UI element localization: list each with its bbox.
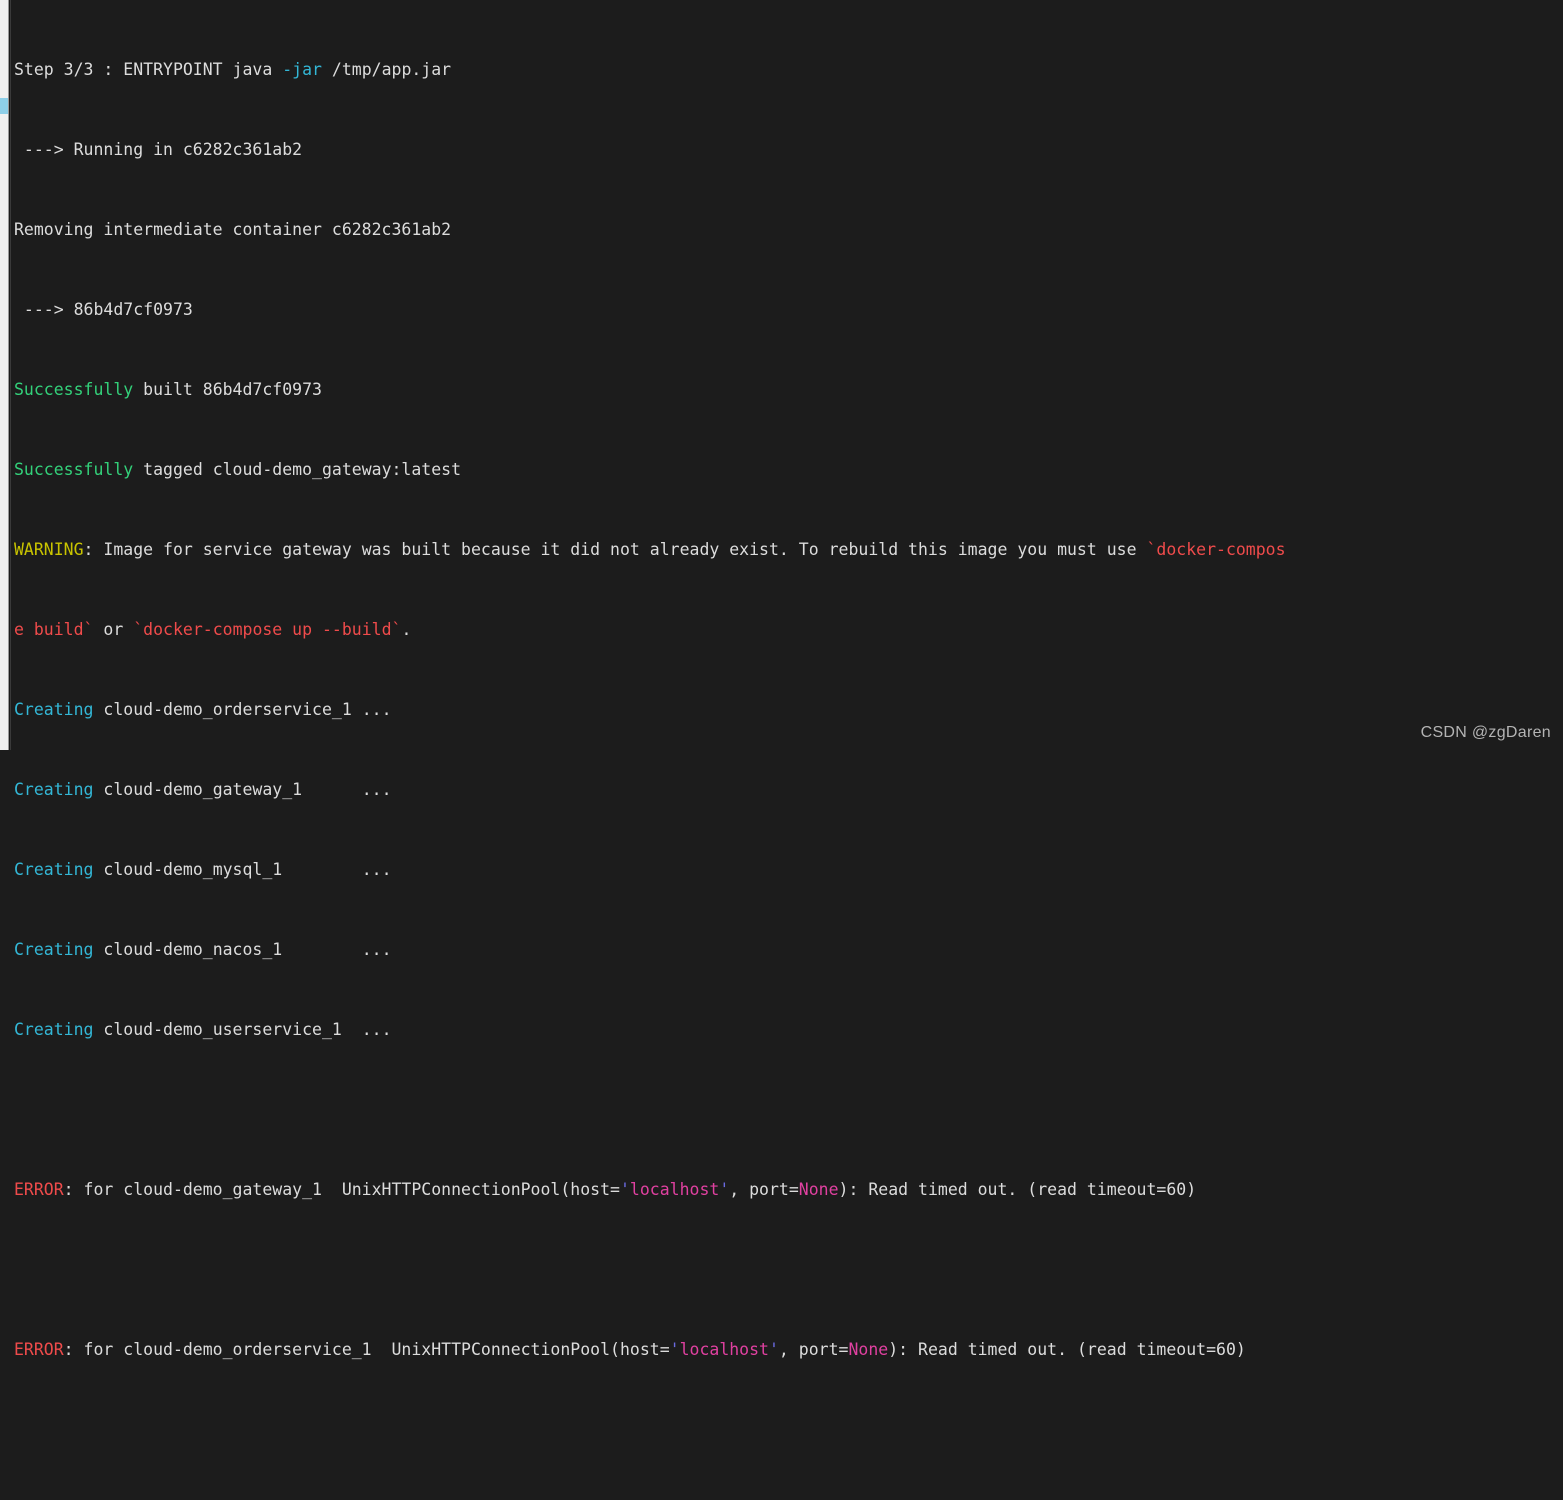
log-command-literal: `docker-compos <box>1146 540 1286 559</box>
log-line-step: Step 3/3 : ENTRYPOINT java -jar /tmp/app… <box>14 60 1563 80</box>
log-text: , port= <box>778 1340 849 1359</box>
status-creating: Creating <box>14 860 94 879</box>
log-line-error-orderservice-1: ERROR: for cloud-demo_orderservice_1 Uni… <box>14 1340 1563 1360</box>
log-line-tagged: Successfully tagged cloud-demo_gateway:l… <box>14 460 1563 480</box>
log-line-built: Successfully built 86b4d7cf0973 <box>14 380 1563 400</box>
status-warning: WARNING <box>14 540 84 559</box>
log-text: ---> Running in c6282c361ab2 <box>14 140 303 159</box>
status-creating: Creating <box>14 1020 94 1039</box>
port-value: None <box>798 1180 839 1199</box>
quote-close: ' <box>719 1180 730 1199</box>
status-successfully: Successfully <box>14 380 134 399</box>
log-text: : for cloud-demo_gateway_1 UnixHTTPConne… <box>63 1180 620 1199</box>
log-line-error-gateway-1: ERROR: for cloud-demo_gateway_1 UnixHTTP… <box>14 1180 1563 1200</box>
csdn-watermark: CSDN @zgDaren <box>1420 724 1551 741</box>
log-text: cloud-demo_orderservice_1 ... <box>93 700 392 719</box>
terminal-output[interactable]: Step 3/3 : ENTRYPOINT java -jar /tmp/app… <box>14 0 1563 1359</box>
scrollbar-thumb[interactable] <box>0 98 8 114</box>
log-text: Removing intermediate container c6282c36… <box>14 220 452 239</box>
log-text: cloud-demo_mysql_1 ... <box>93 860 392 879</box>
log-command-literal: `docker-compose up --build` <box>133 620 402 639</box>
log-text: , port= <box>729 1180 799 1199</box>
host-value: localhost <box>629 1180 720 1199</box>
log-text: cloud-demo_userservice_1 ... <box>93 1020 392 1039</box>
log-line-image-id: ---> 86b4d7cf0973 <box>14 300 1563 320</box>
status-error: ERROR <box>14 1180 64 1199</box>
status-error: ERROR <box>14 1340 64 1359</box>
log-text: or <box>93 620 134 639</box>
log-text: ---> 86b4d7cf0973 <box>14 300 193 319</box>
port-value: None <box>848 1340 889 1359</box>
quote-open: ' <box>619 1180 630 1199</box>
vertical-scrollbar[interactable] <box>0 0 9 750</box>
log-line-warning: WARNING: Image for service gateway was b… <box>14 540 1563 560</box>
log-text: /tmp/app.jar <box>321 60 452 79</box>
log-flag-jar: -jar <box>282 60 322 79</box>
log-line-creating-userservice: Creating cloud-demo_userservice_1 ... <box>14 1020 1563 1040</box>
log-line-creating-orderservice: Creating cloud-demo_orderservice_1 ... <box>14 700 1563 720</box>
quote-open: ' <box>669 1340 680 1359</box>
log-text: Step 3/3 : ENTRYPOINT java <box>14 60 283 79</box>
log-text: ): Read timed out. (read timeout=60) <box>838 1180 1197 1199</box>
log-text: . <box>401 620 412 639</box>
log-text: tagged cloud-demo_gateway:latest <box>133 460 462 479</box>
log-text: ): Read timed out. (read timeout=60) <box>888 1340 1246 1359</box>
log-line-creating-nacos: Creating cloud-demo_nacos_1 ... <box>14 940 1563 960</box>
host-value: localhost <box>679 1340 769 1359</box>
log-text: built 86b4d7cf0973 <box>133 380 322 399</box>
log-text: : Image for service gateway was built be… <box>83 540 1147 559</box>
log-line-warning-cont: e build` or `docker-compose up --build`. <box>14 620 1563 640</box>
status-creating: Creating <box>14 700 94 719</box>
log-text: : for cloud-demo_orderservice_1 UnixHTTP… <box>63 1340 670 1359</box>
terminal-window: Step 3/3 : ENTRYPOINT java -jar /tmp/app… <box>0 0 1563 1359</box>
status-creating: Creating <box>14 940 94 959</box>
log-line-creating-gateway: Creating cloud-demo_gateway_1 ... <box>14 780 1563 800</box>
status-successfully: Successfully <box>14 460 134 479</box>
log-line-removing: Removing intermediate container c6282c36… <box>14 220 1563 240</box>
quote-close: ' <box>768 1340 779 1359</box>
status-creating: Creating <box>14 780 94 799</box>
log-line-running: ---> Running in c6282c361ab2 <box>14 140 1563 160</box>
log-text: cloud-demo_nacos_1 ... <box>93 940 392 959</box>
log-line-creating-mysql: Creating cloud-demo_mysql_1 ... <box>14 860 1563 880</box>
log-command-literal: e build` <box>14 620 94 639</box>
log-text: cloud-demo_gateway_1 ... <box>93 780 392 799</box>
